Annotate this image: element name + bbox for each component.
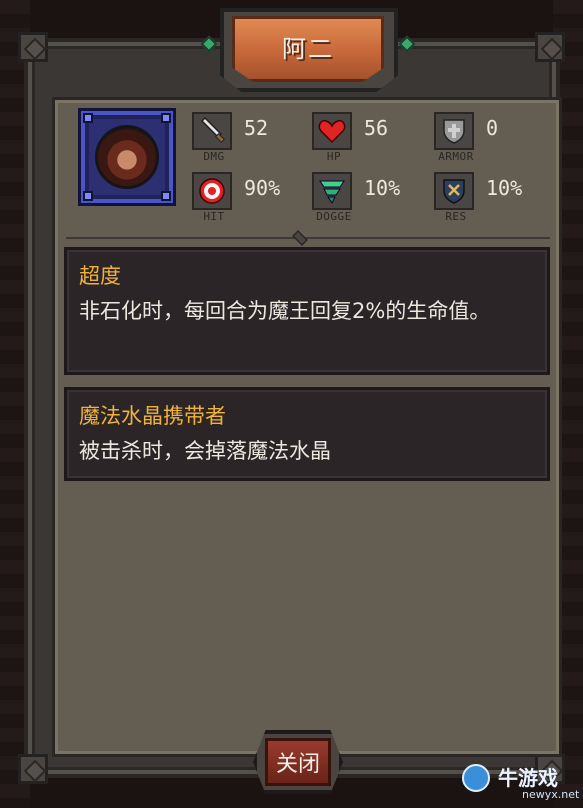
stat-dodge: 10% DOGGE [312, 170, 432, 226]
ability-description: 被击杀时，会掉落魔法水晶 [79, 439, 331, 463]
watermark-name: 牛游戏 [498, 766, 558, 790]
ability-card: 超度 非石化时，每回合为魔王回复2%的生命值。 [64, 247, 550, 375]
character-portrait [78, 108, 176, 206]
portrait-corner [161, 113, 171, 123]
stat-label: DOGGE [316, 210, 352, 223]
ability-description: 非石化时，每回合为魔王回复2%的生命值。 [79, 299, 491, 323]
divider [66, 237, 550, 239]
stat-value: 52 [244, 116, 269, 140]
ability-title: 魔法水晶携带者 [79, 404, 226, 428]
stat-value: 10% [486, 176, 523, 200]
heart-icon [312, 112, 352, 150]
stat-value: 10% [364, 176, 401, 200]
stat-label: HP [326, 150, 342, 163]
stat-hit: 90% HIT [192, 170, 312, 226]
frame-corner-ornament [18, 32, 48, 62]
stat-value: 56 [364, 116, 389, 140]
stat-label: DMG [203, 150, 225, 163]
ability-card: 魔法水晶携带者 被击杀时，会掉落魔法水晶 [64, 387, 550, 481]
ability-title: 超度 [79, 264, 121, 288]
frame-corner-ornament [18, 754, 48, 784]
stat-res: 10% RES [434, 170, 554, 226]
sword-icon [192, 112, 232, 150]
hero-portrait-icon [95, 125, 159, 189]
stat-label: ARMOR [438, 150, 474, 163]
watermark-logo-icon [462, 764, 490, 792]
portrait-corner [83, 191, 93, 201]
rune-shield-icon [434, 172, 474, 210]
stat-label: RES [445, 210, 467, 223]
frame-corner-ornament [535, 32, 565, 62]
stat-value: 0 [486, 116, 499, 140]
target-icon [192, 172, 232, 210]
stat-value: 90% [244, 176, 281, 200]
portrait-corner [161, 191, 171, 201]
stat-armor: 0 ARMOR [434, 110, 554, 166]
watermark-url: newyx.net [522, 788, 580, 801]
watermark: 牛游戏 newyx.net [462, 760, 580, 806]
stat-label: HIT [203, 210, 225, 223]
stat-hp: 56 HP [312, 110, 432, 166]
stat-dmg: 52 DMG [192, 110, 312, 166]
shield-icon [434, 112, 474, 150]
close-button[interactable]: 关闭 [265, 738, 331, 786]
tornado-icon [312, 172, 352, 210]
portrait-corner [83, 113, 93, 123]
character-name: 阿二 [282, 34, 334, 63]
title-banner: 阿二 [232, 16, 384, 82]
